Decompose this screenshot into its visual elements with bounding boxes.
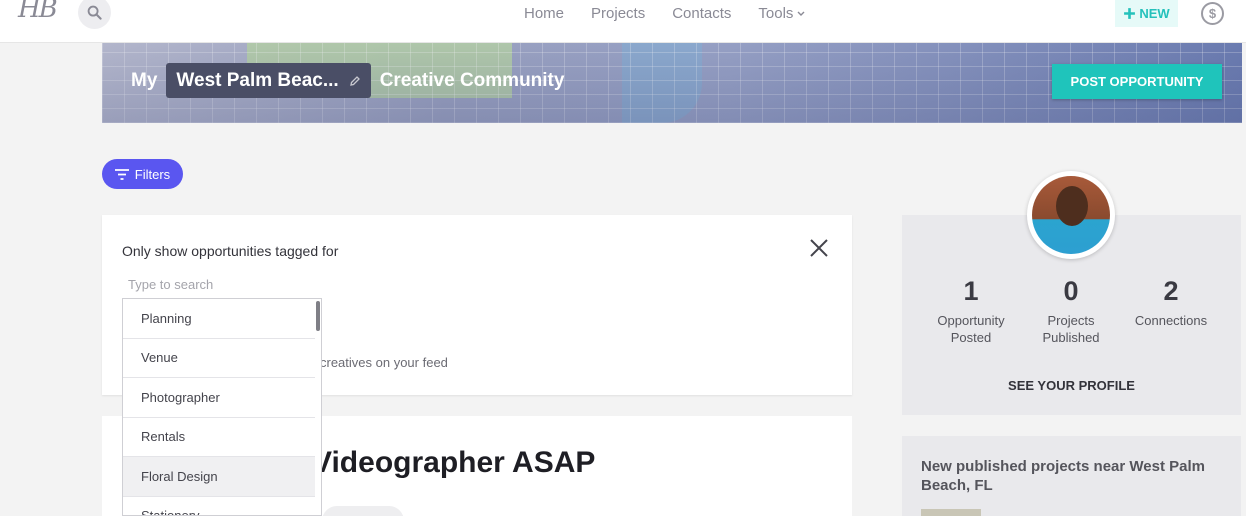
main-nav-links: Home Projects Contacts Tools xyxy=(524,5,805,22)
dropdown-option-stationery[interactable]: Stationery xyxy=(123,497,315,515)
stat-label-line1: Opportunity xyxy=(937,313,1005,328)
stat-value: 0 xyxy=(1063,276,1079,306)
search-icon xyxy=(87,5,102,20)
city-name: West Palm Beac... xyxy=(176,69,339,91)
nearby-projects-title: New published projects near West Palm Be… xyxy=(921,458,1205,494)
filters-button[interactable]: Filters xyxy=(102,159,183,189)
nav-contacts-link[interactable]: Contacts xyxy=(672,5,731,22)
dropdown-option-rentals[interactable]: Rentals xyxy=(123,418,315,457)
opportunity-title[interactable]: Videographer ASAP xyxy=(312,446,595,480)
top-navigation: HB Home Projects Contacts Tools NEW $ xyxy=(0,0,1246,43)
filter-heading: Only show opportunities tagged for xyxy=(122,243,339,259)
close-icon[interactable] xyxy=(808,237,830,259)
stat-label-line2: Posted xyxy=(950,330,992,345)
opportunity-tag xyxy=(322,506,404,516)
see-profile-link[interactable]: SEE YOUR PROFILE xyxy=(902,378,1241,393)
dropdown-option-floral-design[interactable]: Floral Design xyxy=(123,457,315,497)
tag-search-input[interactable] xyxy=(122,273,422,295)
banner-title: My West Palm Beac... Creative Community xyxy=(131,63,564,98)
avatar[interactable] xyxy=(1027,171,1115,259)
post-opportunity-button[interactable]: POST OPPORTUNITY xyxy=(1052,64,1222,99)
avatar-head xyxy=(1056,186,1088,226)
stat-value: 1 xyxy=(963,276,979,306)
nav-projects-link[interactable]: Projects xyxy=(591,5,645,22)
new-button-label: NEW xyxy=(1139,6,1170,21)
stat-label-line2: Published xyxy=(1042,330,1100,345)
community-banner: My West Palm Beac... Creative Community … xyxy=(102,43,1242,123)
dropdown-scrollbar[interactable] xyxy=(316,301,320,331)
dropdown-option-venue[interactable]: Venue xyxy=(123,339,315,378)
chevron-down-icon xyxy=(797,11,805,16)
filters-button-label: Filters xyxy=(134,166,171,182)
nav-tools-menu[interactable]: Tools xyxy=(758,5,805,22)
filter-icon xyxy=(114,168,129,180)
project-thumbnail[interactable] xyxy=(921,509,981,516)
dropdown-option-planning[interactable]: Planning xyxy=(123,299,315,339)
stat-value: 2 xyxy=(1163,276,1179,306)
stat-connections[interactable]: 2 Connections xyxy=(1116,276,1226,329)
stat-label-line1: Connections xyxy=(1134,313,1208,328)
brand-logo[interactable]: HB xyxy=(18,0,58,24)
dropdown-option-photographer[interactable]: Photographer xyxy=(123,378,315,418)
dollar-circle-icon[interactable]: $ xyxy=(1201,2,1224,25)
nearby-projects-card: New published projects near West Palm Be… xyxy=(902,436,1241,516)
search-button[interactable] xyxy=(78,0,111,29)
tag-dropdown-list[interactable]: Planning Venue Photographer Rentals Flor… xyxy=(122,298,322,516)
city-selector[interactable]: West Palm Beac... xyxy=(166,63,371,98)
avatar-photo xyxy=(1032,176,1110,254)
stat-label-line1: Projects xyxy=(1047,313,1095,328)
plus-icon xyxy=(1124,8,1136,19)
banner-prefix: My xyxy=(131,69,158,91)
nav-home-link[interactable]: Home xyxy=(524,5,564,22)
nav-tools-label: Tools xyxy=(758,5,794,22)
feed-note: creatives on your feed xyxy=(320,355,448,370)
pencil-icon xyxy=(349,75,360,86)
banner-suffix: Creative Community xyxy=(379,69,565,91)
stat-projects-published[interactable]: 0 Projects Published xyxy=(1016,276,1126,346)
stat-opportunity-posted[interactable]: 1 Opportunity Posted xyxy=(916,276,1026,346)
new-button[interactable]: NEW xyxy=(1115,0,1178,27)
